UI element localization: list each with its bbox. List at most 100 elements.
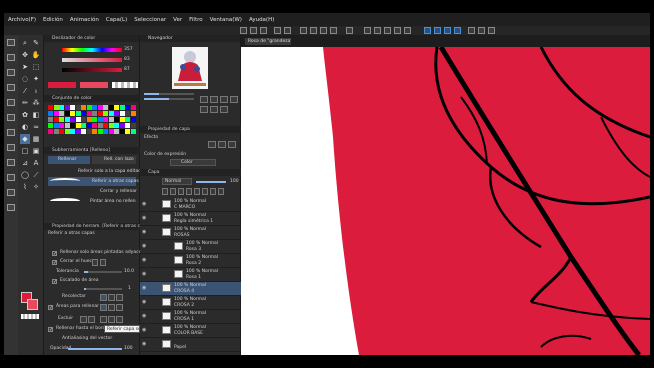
- color-set-cell[interactable]: [103, 111, 108, 116]
- color-set-cell[interactable]: [103, 123, 108, 128]
- ruler-icon[interactable]: [488, 27, 495, 34]
- material-icon[interactable]: [7, 99, 15, 106]
- color-set-cell[interactable]: [97, 129, 103, 134]
- transparent-color-swatch[interactable]: [21, 314, 39, 319]
- collect-mode-2[interactable]: [108, 294, 115, 301]
- layer-tool-btn[interactable]: [186, 188, 192, 195]
- color-set-cell[interactable]: [97, 117, 103, 122]
- color-expression-select[interactable]: Color: [170, 159, 216, 166]
- line-icon[interactable]: ⟋: [31, 170, 41, 180]
- layer-tool-btn[interactable]: [202, 188, 208, 195]
- layer-tool-btn[interactable]: [178, 188, 184, 195]
- color-set-cell[interactable]: [125, 105, 130, 110]
- tab-rellenar[interactable]: Rellenar: [48, 156, 90, 164]
- exclude-btn[interactable]: [100, 316, 107, 323]
- color-set-cell[interactable]: [70, 129, 75, 134]
- color-set-cell[interactable]: [86, 129, 92, 134]
- color-set-cell[interactable]: [92, 129, 97, 134]
- collect-mode-3[interactable]: [116, 294, 123, 301]
- nav-btn[interactable]: [200, 96, 208, 103]
- visibility-icon[interactable]: ◉: [142, 313, 146, 319]
- color-set-cell[interactable]: [119, 117, 125, 122]
- color-set-cell[interactable]: [125, 129, 130, 134]
- transform-icon[interactable]: [346, 27, 353, 34]
- color-set-cell[interactable]: [75, 105, 81, 110]
- color-set-cell[interactable]: [130, 111, 136, 116]
- eyedropper-icon[interactable]: ⁄: [20, 86, 30, 96]
- effect-btn[interactable]: [228, 141, 236, 148]
- balloon-icon[interactable]: ◯: [20, 170, 30, 180]
- select-all-icon[interactable]: [384, 27, 391, 34]
- lasso-icon[interactable]: ◌: [20, 74, 30, 84]
- material-icon[interactable]: [7, 129, 15, 136]
- arrow-icon[interactable]: ➤: [20, 62, 30, 72]
- color-set-cell[interactable]: [114, 111, 119, 116]
- val-bar[interactable]: [62, 68, 122, 72]
- visibility-icon[interactable]: ◉: [142, 299, 146, 305]
- color-set-cell[interactable]: [130, 105, 136, 110]
- menu-edicion[interactable]: Edición: [43, 17, 63, 23]
- ref-layer-button[interactable]: [108, 304, 115, 311]
- color-set-cell[interactable]: [108, 105, 114, 110]
- material-icon[interactable]: [7, 144, 15, 151]
- invert-icon[interactable]: [404, 27, 411, 34]
- select-icon[interactable]: ⬚: [31, 62, 41, 72]
- layer-row[interactable]: ◉ 100 % Normal Rosa 1: [140, 268, 241, 282]
- color-set-cell[interactable]: [97, 105, 103, 110]
- wand-icon[interactable]: ✦: [31, 74, 41, 84]
- pencil-icon[interactable]: ✏: [20, 98, 30, 108]
- check-adjacent[interactable]: ✓: [52, 251, 57, 257]
- eraser-icon[interactable]: ◧: [31, 110, 41, 120]
- exclude-btn[interactable]: [80, 316, 87, 323]
- hue-bar[interactable]: [62, 48, 122, 52]
- color-set-cell[interactable]: [48, 105, 53, 110]
- deselect-icon[interactable]: [394, 27, 401, 34]
- material-icon[interactable]: [7, 69, 15, 76]
- layer-row[interactable]: ◉ 100 % Normal CROSA 4: [140, 282, 241, 296]
- layer-row[interactable]: ◉ Papel: [140, 338, 241, 352]
- nav-btn[interactable]: [200, 106, 208, 113]
- visibility-icon[interactable]: ◉: [142, 229, 146, 235]
- material-icon[interactable]: [7, 204, 15, 211]
- navigator-preview[interactable]: [172, 47, 208, 89]
- paste-icon[interactable]: [330, 27, 337, 34]
- color-set-cell[interactable]: [108, 123, 114, 128]
- color-set-cell[interactable]: [81, 105, 86, 110]
- color-set-cell[interactable]: [81, 123, 86, 128]
- fill-icon[interactable]: [364, 27, 371, 34]
- exclude-btn[interactable]: [88, 316, 95, 323]
- color-set-cell[interactable]: [81, 129, 86, 134]
- layer-tool-btn[interactable]: [194, 188, 200, 195]
- color-set-cell[interactable]: [92, 123, 97, 128]
- nav-btn[interactable]: [210, 106, 218, 113]
- material-icon[interactable]: [7, 174, 15, 181]
- nav-btn[interactable]: [230, 96, 238, 103]
- material-icon[interactable]: [7, 39, 15, 46]
- subtool-item-only-edited[interactable]: Referir solo a la capa editada: [48, 167, 144, 176]
- smudge-icon[interactable]: ≈: [31, 122, 41, 132]
- save-icon[interactable]: [260, 27, 267, 34]
- material-icon[interactable]: [7, 189, 15, 196]
- color-set-cell[interactable]: [114, 117, 119, 122]
- canvas-tab[interactable]: Rosa de "grandeza": [245, 38, 291, 45]
- layer-row[interactable]: ◉ 100 % Normal Rosa 2: [140, 254, 241, 268]
- visibility-icon[interactable]: ◉: [142, 285, 146, 291]
- color-set-cell[interactable]: [86, 123, 92, 128]
- color-set-cell[interactable]: [64, 129, 70, 134]
- material-icon[interactable]: [7, 54, 15, 61]
- new-icon[interactable]: [240, 27, 247, 34]
- color-set-cell[interactable]: [81, 117, 86, 122]
- color-set-cell[interactable]: [64, 111, 70, 116]
- layer-row[interactable]: ◉ 100 % Normal Regla simétrica 1: [140, 212, 241, 226]
- color-set-cell[interactable]: [114, 105, 119, 110]
- color-set-cell[interactable]: [75, 123, 81, 128]
- decoration-icon[interactable]: ✿: [20, 110, 30, 120]
- color-wheel-icon[interactable]: [468, 27, 475, 34]
- color-set-cell[interactable]: [103, 105, 108, 110]
- subtool-item-close-fill[interactable]: Cerrar y rellenar: [48, 187, 137, 196]
- color-set-cell[interactable]: [125, 123, 130, 128]
- ref-layer-button[interactable]: [100, 304, 107, 311]
- color-set-grid[interactable]: [48, 105, 136, 135]
- color-set-cell[interactable]: [86, 111, 92, 116]
- color-set-cell[interactable]: [108, 129, 114, 134]
